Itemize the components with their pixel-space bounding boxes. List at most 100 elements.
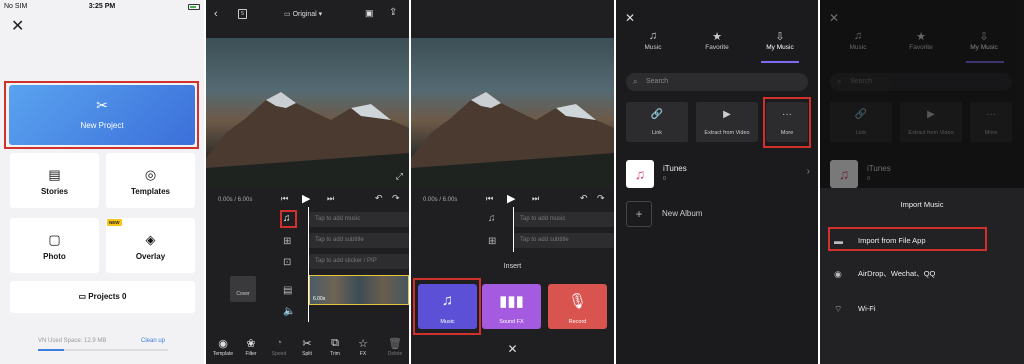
film-reel-icon: ◎	[144, 167, 157, 182]
tab-my-music[interactable]: ⇩ My Music	[751, 30, 809, 51]
insert-record-button[interactable]: 🎙 Record	[548, 284, 607, 329]
itunes-count: 0	[663, 176, 667, 182]
playhead[interactable]	[308, 207, 309, 322]
close-icon[interactable]: ✕	[625, 10, 635, 26]
star-icon: ★	[712, 31, 722, 43]
trim-icon: ⧉	[331, 337, 339, 349]
play-icon[interactable]: ▶	[302, 192, 310, 205]
video-clip-strip[interactable]: 6.00s	[309, 275, 409, 305]
close-icon[interactable]: ✕	[11, 19, 24, 35]
tool-label: Delete	[387, 351, 403, 357]
extract-from-video-button[interactable]: ▶ Extract from Video	[696, 102, 758, 142]
tab-favorite[interactable]: ★ Favorite	[688, 30, 746, 51]
save-icon[interactable]: ▣	[365, 8, 374, 19]
undo-icon[interactable]: ↶	[375, 193, 383, 204]
redo-icon[interactable]: ↷	[392, 193, 400, 204]
music-library-screen: ✕ ♫ Music ★ Favorite ⇩ My Music ⌕ Search 🔗 Li…	[616, 0, 818, 364]
ratio-selector[interactable]: ▭ Original ▾	[284, 10, 322, 18]
music-track[interactable]: Tap to add music	[514, 212, 614, 227]
tool-label: Split	[302, 351, 312, 357]
search-input[interactable]: ⌕ Search	[626, 73, 808, 91]
import-option-label: Wi-Fi	[858, 304, 876, 313]
overlay-card[interactable]: ◈ Overlay	[106, 218, 195, 273]
insert-screen: 0.00s / 6.00s ⏮ ▶ ⏭ ↶ ↷ ♫ ⊞ Tap to add m…	[411, 0, 614, 364]
filter-icon: ❀	[246, 338, 256, 350]
tool-trim[interactable]: ⧉ Trim	[321, 337, 349, 357]
editor-toolbar: ◉ Template ❀ Filter ◔ Speed ✂ Split ⧉ Trim ☆ F…	[206, 334, 409, 364]
link-button[interactable]: 🔗 Link	[626, 102, 688, 142]
volume-icon[interactable]: 🔈	[283, 306, 295, 317]
tab-label: Favorite	[705, 44, 729, 51]
skip-back-icon[interactable]: ⏮	[486, 194, 493, 204]
new-album-button[interactable]: New Album	[662, 209, 702, 218]
cover-button[interactable]: Cover	[230, 276, 256, 302]
trash-icon: 🗑	[388, 338, 402, 350]
music-track-icon[interactable]: ♫	[283, 213, 291, 224]
tool-delete[interactable]: 🗑 Delete	[381, 337, 409, 357]
back-icon[interactable]: ‹	[214, 8, 218, 20]
itunes-label[interactable]: iTunes	[663, 164, 687, 173]
dim-overlay	[820, 0, 1024, 188]
tab-music[interactable]: ♫ Music	[624, 30, 682, 51]
skip-forward-icon[interactable]: ⏭	[532, 194, 539, 204]
subtitle-track-icon[interactable]: ⊞	[283, 236, 291, 247]
insert-music-button[interactable]: ♫ Music	[418, 284, 477, 329]
video-track-icon[interactable]: ▤	[283, 285, 292, 296]
storage-used-label: VN Used Space: 12.9 MB	[38, 338, 107, 344]
fullscreen-icon[interactable]: ⤢	[396, 171, 403, 182]
video-preview: ⤢	[206, 38, 409, 188]
share-icon[interactable]: ⇪	[389, 7, 397, 18]
import-title: Import Music	[900, 200, 944, 209]
wifi-option[interactable]: ⌔ Wi-Fi	[830, 299, 985, 319]
video-preview	[411, 38, 614, 188]
more-button[interactable]: ··· More	[766, 102, 808, 142]
itunes-icon: ♫	[626, 160, 654, 188]
tool-fx[interactable]: ☆ FX	[349, 337, 377, 357]
insert-sound-fx-button[interactable]: ▮▮▮ Sound FX	[482, 284, 541, 329]
tool-speed[interactable]: ◔ Speed	[265, 337, 293, 357]
playhead[interactable]	[513, 207, 514, 252]
tab-underline	[761, 61, 799, 63]
play-icon[interactable]: ▶	[507, 192, 515, 205]
ellipsis-icon: ···	[782, 109, 792, 120]
close-icon[interactable]: ✕	[411, 342, 614, 356]
tool-split[interactable]: ✂ Split	[293, 337, 321, 357]
music-track[interactable]: Tap to add music	[309, 212, 409, 227]
editor-topbar: ‹ 5 ▭ Original ▾ ▣ ⇪	[206, 3, 409, 23]
template-badge-icon[interactable]: 5	[238, 9, 247, 19]
photo-card[interactable]: ▢ Photo	[10, 218, 99, 273]
sticker-track-icon[interactable]: ⊡	[283, 257, 291, 268]
tab-label: Music	[644, 44, 662, 51]
plus-icon[interactable]: +	[626, 201, 652, 227]
projects-button[interactable]: ▭ Projects 0	[10, 281, 195, 313]
tool-label: Template	[212, 351, 234, 357]
tool-filter[interactable]: ❀ Filter	[237, 337, 265, 357]
music-track-icon[interactable]: ♫	[488, 213, 496, 224]
undo-icon[interactable]: ↶	[580, 193, 588, 204]
stories-card[interactable]: ▤ Stories	[10, 153, 99, 208]
skip-back-icon[interactable]: ⏮	[281, 194, 288, 204]
import-from-file-app-option[interactable]: ▬ Import from File App	[830, 231, 985, 251]
link-icon: 🔗	[650, 109, 664, 120]
tool-label: Trim	[330, 351, 340, 357]
redo-icon[interactable]: ↷	[597, 193, 605, 204]
search-icon: ⌕	[633, 77, 638, 86]
import-sheet: Import Music ▬ Import from File App ◉ AirD…	[820, 188, 1024, 364]
new-project-button[interactable]: ✂ New Project	[9, 85, 195, 145]
overlay-label: Overlay	[135, 252, 166, 261]
airdrop-option[interactable]: ◉ AirDrop、Wechat、QQ	[830, 264, 985, 284]
tool-template[interactable]: ◉ Template	[209, 337, 237, 357]
music-download-icon: ⇩	[775, 31, 785, 43]
chevron-right-icon[interactable]: ›	[807, 166, 810, 177]
clean-up-link[interactable]: Clean up	[141, 338, 165, 344]
templates-card[interactable]: ◎ Templates	[106, 153, 195, 208]
sticker-track[interactable]: Tap to add sticker / PIP	[309, 254, 409, 269]
subtitle-track[interactable]: Tap to add subtitle	[514, 233, 614, 248]
insert-title: Insert	[503, 263, 522, 270]
subtitle-track-icon[interactable]: ⊞	[488, 236, 496, 247]
subtitle-track[interactable]: Tap to add subtitle	[309, 233, 409, 248]
insert-option-label: Sound FX	[499, 319, 524, 325]
skip-forward-icon[interactable]: ⏭	[327, 194, 334, 204]
stories-label: Stories	[40, 187, 69, 196]
tool-label: FX	[359, 351, 367, 357]
